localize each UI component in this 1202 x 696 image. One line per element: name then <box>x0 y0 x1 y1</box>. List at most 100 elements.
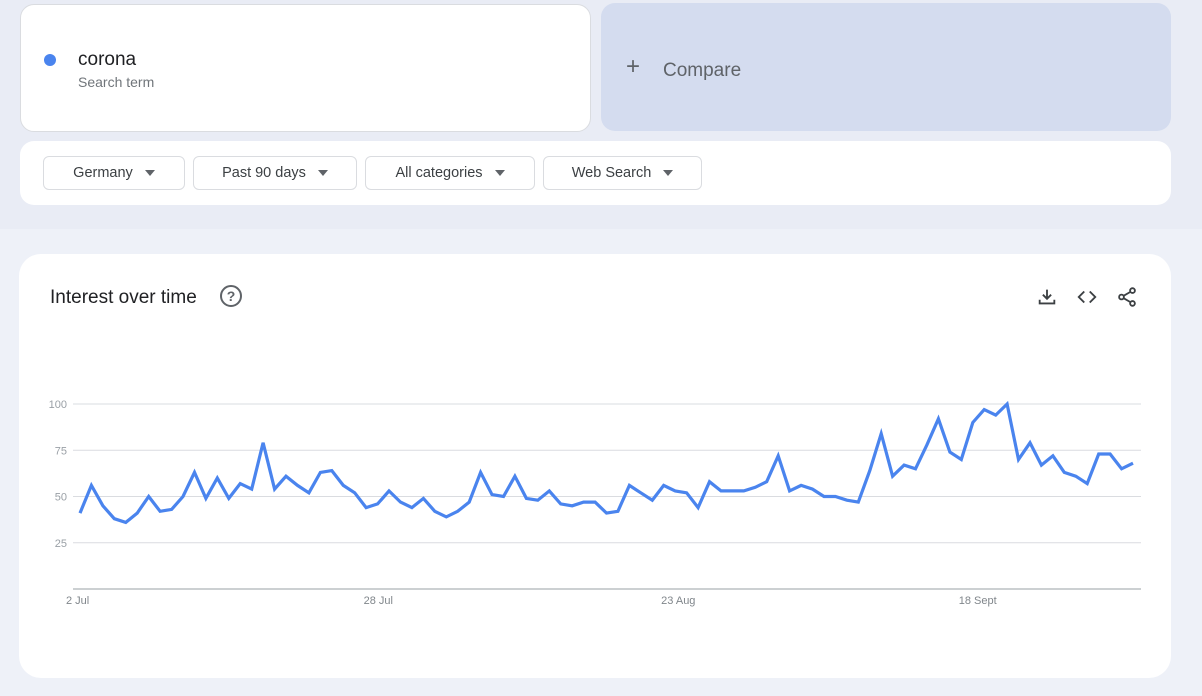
data-point[interactable] <box>922 440 932 450</box>
data-point[interactable] <box>933 414 943 424</box>
data-point[interactable] <box>876 429 886 439</box>
data-point[interactable] <box>911 464 921 474</box>
data-point[interactable] <box>716 486 726 496</box>
search-type-filter-dropdown[interactable]: Web Search <box>543 156 702 190</box>
data-point[interactable] <box>86 480 96 490</box>
region-filter-dropdown[interactable]: Germany <box>43 156 185 190</box>
data-point[interactable] <box>373 499 383 509</box>
time-range-filter-dropdown[interactable]: Past 90 days <box>193 156 357 190</box>
data-point[interactable] <box>258 438 268 448</box>
data-point[interactable] <box>533 495 543 505</box>
data-point[interactable] <box>682 488 692 498</box>
data-point[interactable] <box>132 508 142 518</box>
data-point[interactable] <box>808 484 818 494</box>
data-point[interactable] <box>602 508 612 518</box>
data-point[interactable] <box>842 495 852 505</box>
data-point[interactable] <box>487 490 497 500</box>
data-point[interactable] <box>109 514 119 524</box>
data-point[interactable] <box>430 506 440 516</box>
data-point[interactable] <box>750 482 760 492</box>
data-point[interactable] <box>865 466 875 476</box>
data-point[interactable] <box>395 497 405 507</box>
data-point[interactable] <box>739 486 749 496</box>
data-point[interactable] <box>281 471 291 481</box>
data-point[interactable] <box>899 460 909 470</box>
data-point[interactable] <box>624 480 634 490</box>
data-point[interactable] <box>1105 449 1115 459</box>
data-point[interactable] <box>212 473 222 483</box>
data-point[interactable] <box>1082 479 1092 489</box>
data-point[interactable] <box>1117 464 1127 474</box>
data-point[interactable] <box>98 501 108 511</box>
data-point[interactable] <box>201 493 211 503</box>
data-point[interactable] <box>567 501 577 511</box>
data-point[interactable] <box>407 503 417 513</box>
data-point[interactable] <box>1036 460 1046 470</box>
data-point[interactable] <box>945 447 955 457</box>
data-point[interactable] <box>235 479 245 489</box>
data-point[interactable] <box>636 488 646 498</box>
data-point[interactable] <box>498 492 508 502</box>
data-point[interactable] <box>464 497 474 507</box>
data-point[interactable] <box>785 486 795 496</box>
data-point[interactable] <box>384 486 394 496</box>
data-point[interactable] <box>544 486 554 496</box>
data-point[interactable] <box>327 466 337 476</box>
data-point[interactable] <box>979 405 989 415</box>
data-point[interactable] <box>315 467 325 477</box>
data-point[interactable] <box>304 488 314 498</box>
data-point[interactable] <box>853 497 863 507</box>
data-point[interactable] <box>647 495 657 505</box>
data-point[interactable] <box>270 484 280 494</box>
data-point[interactable] <box>613 506 623 516</box>
data-point[interactable] <box>338 480 348 490</box>
data-point[interactable] <box>476 467 486 477</box>
compare-button[interactable]: + Compare <box>601 3 1171 131</box>
data-point[interactable] <box>144 492 154 502</box>
data-point[interactable] <box>819 492 829 502</box>
data-point[interactable] <box>224 493 234 503</box>
data-point[interactable] <box>155 506 165 516</box>
data-point[interactable] <box>292 480 302 490</box>
search-term-card[interactable]: corona Search term <box>20 4 591 132</box>
data-point[interactable] <box>556 499 566 509</box>
data-point[interactable] <box>418 493 428 503</box>
data-point[interactable] <box>1025 438 1035 448</box>
data-point[interactable] <box>727 486 737 496</box>
data-point[interactable] <box>693 503 703 513</box>
data-point[interactable] <box>590 497 600 507</box>
data-point[interactable] <box>178 492 188 502</box>
data-point[interactable] <box>1059 467 1069 477</box>
data-point[interactable] <box>888 471 898 481</box>
data-point[interactable] <box>991 410 1001 420</box>
data-point[interactable] <box>1128 458 1138 468</box>
data-point[interactable] <box>1094 449 1104 459</box>
data-point[interactable] <box>670 486 680 496</box>
data-point[interactable] <box>453 506 463 516</box>
data-point[interactable] <box>1014 455 1024 465</box>
category-filter-dropdown[interactable]: All categories <box>365 156 535 190</box>
data-point[interactable] <box>361 503 371 513</box>
data-point[interactable] <box>521 493 531 503</box>
data-point[interactable] <box>441 512 451 522</box>
data-point[interactable] <box>350 488 360 498</box>
data-point[interactable] <box>167 504 177 514</box>
data-point[interactable] <box>121 517 131 527</box>
data-point[interactable] <box>510 471 520 481</box>
data-point[interactable] <box>1002 399 1012 409</box>
data-point[interactable] <box>773 451 783 461</box>
data-point[interactable] <box>796 480 806 490</box>
data-point[interactable] <box>579 497 589 507</box>
data-point[interactable] <box>247 484 257 494</box>
data-point[interactable] <box>1048 451 1058 461</box>
data-point[interactable] <box>968 418 978 428</box>
search-term-name[interactable]: corona <box>78 49 136 71</box>
data-point[interactable] <box>189 467 199 477</box>
data-point[interactable] <box>705 477 715 487</box>
data-point[interactable] <box>762 477 772 487</box>
data-point[interactable] <box>75 508 85 518</box>
data-point[interactable] <box>830 492 840 502</box>
data-point[interactable] <box>659 480 669 490</box>
data-point[interactable] <box>956 455 966 465</box>
data-point[interactable] <box>1071 471 1081 481</box>
